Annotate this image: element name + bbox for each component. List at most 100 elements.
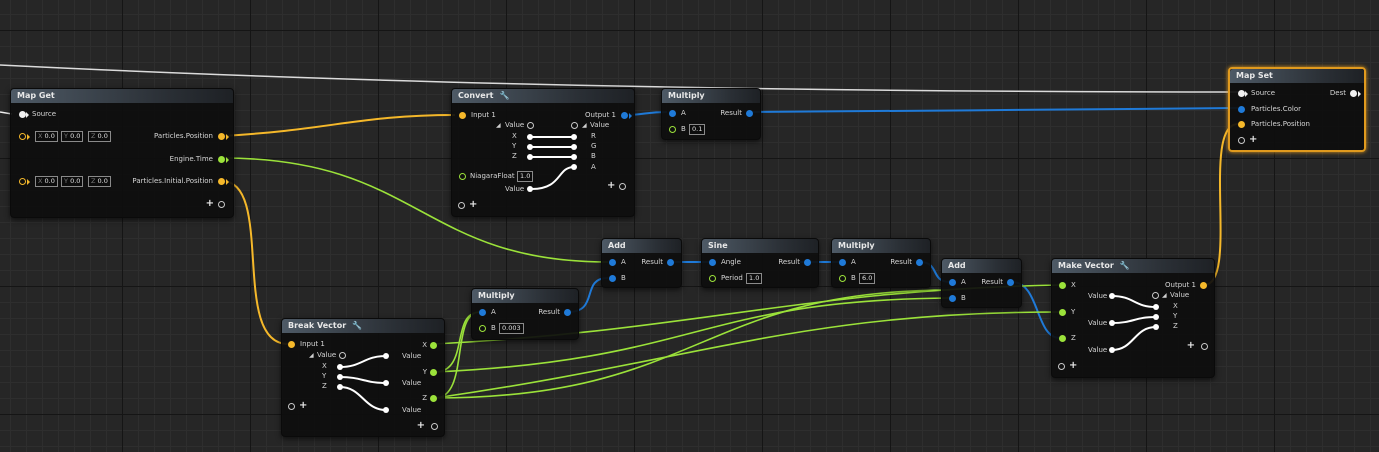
m1-result-label: Result	[720, 109, 742, 117]
m3-b-value[interactable]: 0.003	[499, 323, 524, 334]
node-convert[interactable]: Convert 🔧 Input 1 Output 1 ◢ Value ◢ Valu…	[451, 88, 635, 217]
sine-angle-label: Angle	[721, 258, 741, 266]
m2-a-pin[interactable]	[839, 259, 846, 266]
add1-b-pin[interactable]	[609, 275, 616, 282]
node-sine[interactable]: Sine Angle Result Period 1.0	[701, 238, 819, 288]
node-multiply-3[interactable]: Multiply A Result B 0.003	[471, 288, 579, 340]
node-map-set[interactable]: Map Set Source Dest Particles.Color Part…	[1228, 67, 1366, 152]
nf-label: NiagaraFloat	[470, 172, 515, 180]
add-pin-circle[interactable]	[218, 201, 225, 208]
add1-result-pin[interactable]	[667, 259, 674, 266]
add2-result-pin[interactable]	[1007, 279, 1014, 286]
add-pin-circle[interactable]	[1058, 363, 1065, 370]
vec1-y[interactable]: Y 0.0	[61, 131, 84, 142]
add1-title: Add	[602, 239, 681, 253]
position-in-pin[interactable]	[19, 133, 26, 140]
mapset-color-label: Particles.Color	[1251, 105, 1302, 113]
vec2-z[interactable]: Z 0.0	[88, 176, 111, 187]
nf-pin[interactable]	[459, 173, 466, 180]
init-out-pin[interactable]	[218, 178, 225, 185]
node-break-vector[interactable]: Break Vector 🔧 Input 1 ◢ Value X Y Z Valu…	[281, 318, 445, 437]
mapset-dest-label: Dest	[1329, 89, 1346, 97]
sine-period-label: Period	[721, 274, 743, 282]
time-out-pin[interactable]	[218, 156, 225, 163]
mapset-color-pin[interactable]	[1238, 106, 1245, 113]
node-multiply-1[interactable]: Multiply A Result B 0.1	[661, 88, 761, 140]
node-make-vector[interactable]: Make Vector 🔧 X Y Z Output 1 Value Value …	[1051, 258, 1215, 378]
add2-b-label: B	[961, 294, 966, 302]
node-map-get[interactable]: Map Get Source X 0.0 Y 0.0 Z 0.0 Particl…	[10, 88, 234, 218]
m2-b-label: B	[851, 274, 856, 282]
mapset-source-label: Source	[1251, 89, 1276, 97]
bv-out-x-pin[interactable]	[430, 342, 437, 349]
m3-a-pin[interactable]	[479, 309, 486, 316]
add-pin-icon[interactable]: +	[299, 401, 307, 411]
vec1-x[interactable]: X 0.0	[35, 131, 58, 142]
m1-b-value[interactable]: 0.1	[689, 124, 706, 135]
m3-a-label: A	[491, 308, 496, 316]
bv-out-y-pin[interactable]	[430, 369, 437, 376]
vec2-x[interactable]: X 0.0	[35, 176, 58, 187]
node-add-1[interactable]: Add A Result B	[601, 238, 682, 288]
m2-result-label: Result	[890, 258, 912, 266]
sine-period-value[interactable]: 1.0	[746, 273, 763, 284]
mapset-source-pin[interactable]	[1238, 90, 1245, 97]
init-in-pin[interactable]	[19, 178, 26, 185]
add-pin-circle[interactable]	[619, 183, 626, 190]
add-pin-circle[interactable]	[1238, 137, 1245, 144]
convert-links	[527, 134, 577, 192]
m2-result-pin[interactable]	[916, 259, 923, 266]
add-pin-icon[interactable]: +	[417, 421, 425, 431]
add-pin-icon[interactable]: +	[1187, 341, 1195, 351]
add-pin-icon[interactable]: +	[469, 200, 477, 210]
add2-b-pin[interactable]	[949, 295, 956, 302]
m3-result-label: Result	[538, 308, 560, 316]
m3-b-pin[interactable]	[479, 325, 486, 332]
m3-b-label: B	[491, 324, 496, 332]
add1-a-pin[interactable]	[609, 259, 616, 266]
m1-a-pin[interactable]	[669, 110, 676, 117]
add1-result-label: Result	[641, 258, 663, 266]
add2-result-label: Result	[981, 278, 1003, 286]
break-links	[337, 353, 389, 413]
wire-color	[749, 107, 1239, 113]
multiply1-title: Multiply	[662, 89, 760, 103]
m1-b-pin[interactable]	[669, 126, 676, 133]
bv-out-z-label: Z	[422, 394, 427, 402]
source-label: Source	[32, 110, 57, 118]
source-pin[interactable]	[19, 111, 26, 118]
nf-value[interactable]: 1.0	[517, 171, 534, 182]
add-pin-circle[interactable]	[431, 423, 438, 430]
m1-result-pin[interactable]	[746, 110, 753, 117]
add-pin-circle[interactable]	[288, 403, 295, 410]
add-pin-circle[interactable]	[458, 202, 465, 209]
map-get-title: Map Get	[11, 89, 233, 103]
sine-angle-pin[interactable]	[709, 259, 716, 266]
sine-period-pin[interactable]	[709, 275, 716, 282]
add-pin-icon[interactable]: +	[1069, 361, 1077, 371]
sine-title: Sine	[702, 239, 818, 253]
wire-layer	[0, 64, 1239, 399]
pos-out-pin[interactable]	[218, 133, 225, 140]
init-out-label: Particles.Initial.Position	[132, 177, 213, 185]
add2-a-pin[interactable]	[949, 279, 956, 286]
node-add-2[interactable]: Add A Result B	[941, 258, 1022, 308]
mapset-position-pin[interactable]	[1238, 121, 1245, 128]
add-pin-icon[interactable]: +	[607, 181, 615, 191]
m2-b-pin[interactable]	[839, 275, 846, 282]
bv-out-y-label: Y	[422, 368, 427, 376]
m3-result-pin[interactable]	[564, 309, 571, 316]
bv-out-z-pin[interactable]	[430, 395, 437, 402]
add-pin-circle[interactable]	[1201, 343, 1208, 350]
add-pin-icon[interactable]: +	[1249, 135, 1257, 145]
mapset-position-label: Particles.Position	[1251, 120, 1310, 128]
mapset-dest-pin[interactable]	[1350, 90, 1357, 97]
vec2-y[interactable]: Y 0.0	[61, 176, 84, 187]
add-pin-icon[interactable]: +	[206, 199, 214, 209]
m2-b-value[interactable]: 6.0	[859, 273, 876, 284]
vec1-z[interactable]: Z 0.0	[88, 131, 111, 142]
pos-out-label: Particles.Position	[154, 132, 213, 140]
node-multiply-2[interactable]: Multiply A Result B 6.0	[831, 238, 931, 288]
add2-a-label: A	[961, 278, 966, 286]
sine-result-pin[interactable]	[804, 259, 811, 266]
